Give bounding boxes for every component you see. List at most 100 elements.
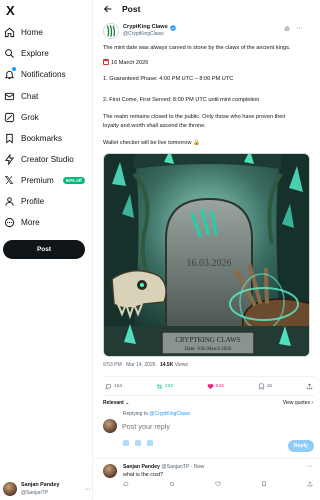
sidebar-item-creator-studio[interactable]: Creator Studio <box>3 149 74 169</box>
tweet-date-line: 16 March 2026 <box>103 59 148 67</box>
sidebar: X Home Explore Notifications Chat Grok B… <box>0 0 93 500</box>
sidebar-item-bookmarks[interactable]: Bookmarks <box>3 128 62 148</box>
replying-handle-link[interactable]: @CryptKingClaws <box>149 411 190 417</box>
replying-to: Replying to @CryptKingClaws <box>123 411 190 417</box>
more-options-icon[interactable]: ··· <box>84 486 91 493</box>
back-arrow-icon[interactable] <box>103 4 113 14</box>
premium-discount-badge: 50% off <box>62 176 85 184</box>
grok-explain-icon[interactable]: ⊘ <box>284 25 290 33</box>
views-count: 14.5K <box>159 362 174 368</box>
share-action[interactable] <box>306 382 313 390</box>
bookmark-count: 15 <box>266 383 273 389</box>
sidebar-item-label: More <box>21 217 40 227</box>
views-label: Views <box>173 362 188 368</box>
plaque-title-text: CRYPTKING CLAWS <box>175 336 240 344</box>
share-icon[interactable] <box>307 481 313 487</box>
share-icon <box>306 382 313 389</box>
reply-toolbar <box>123 440 153 446</box>
heart-icon <box>207 383 214 389</box>
sort-dropdown[interactable]: Relevant ⌄ <box>103 400 129 406</box>
retweet-action[interactable]: 232 <box>156 383 173 390</box>
sidebar-item-label: Chat <box>21 91 39 101</box>
avatar <box>3 482 17 496</box>
reply-icon[interactable] <box>123 481 129 487</box>
reply-composer <box>103 418 315 434</box>
sidebar-item-explore[interactable]: Explore <box>3 43 49 63</box>
reply-count: 164 <box>114 383 123 389</box>
home-icon <box>3 26 15 38</box>
gif-icon[interactable] <box>135 440 141 446</box>
more-options-icon[interactable]: ··· <box>296 25 303 33</box>
sidebar-item-label: Notifications <box>21 69 66 79</box>
comment-author-name[interactable]: Sanjan Pandey <box>123 464 160 470</box>
mail-icon <box>3 90 15 102</box>
sort-row: Relevant ⌄ View quotes › <box>103 398 313 408</box>
more-circle-icon <box>3 216 15 228</box>
reply-action[interactable]: 164 <box>105 383 122 390</box>
retweet-count: 232 <box>164 383 173 389</box>
bookmark-icon[interactable] <box>261 481 267 487</box>
search-icon <box>3 47 15 59</box>
sidebar-item-notifications[interactable]: Notifications <box>3 64 66 84</box>
tweet-date-text: 16 March 2026 <box>111 60 149 66</box>
retweet-icon[interactable] <box>169 481 175 487</box>
x-logo-icon[interactable]: X <box>6 4 18 17</box>
claw-logo-icon <box>106 25 116 37</box>
bookmark-action[interactable]: 15 <box>258 383 272 390</box>
x-icon: 𝕏 <box>4 174 14 187</box>
bell-icon <box>3 67 16 80</box>
avatar[interactable] <box>103 464 117 478</box>
notification-dot <box>12 67 16 71</box>
image-icon[interactable] <box>123 440 129 446</box>
comment-actions <box>123 481 313 487</box>
sidebar-item-label: Profile <box>21 196 45 206</box>
sidebar-item-chat[interactable]: Chat <box>3 86 38 106</box>
tweet-text-line: The mint date was always carved in stone… <box>103 45 291 51</box>
timestamp-text[interactable]: 9:53 PM · Mar 14, 2026 · <box>103 362 160 368</box>
tweet-text-line: 2. First Come, First Served: 8:00 PM UTC… <box>103 97 260 103</box>
sidebar-item-label: Creator Studio <box>21 154 74 164</box>
author-name[interactable]: CryptKing Claws <box>123 24 176 31</box>
comment-text: what is the cost? <box>123 472 164 478</box>
retweet-icon <box>156 383 162 389</box>
like-count: 543 <box>215 383 224 389</box>
author-name-text: CryptKing Claws <box>123 24 168 30</box>
tweet-image[interactable]: 16.03.2026 CRYPTKING CLAWS Date: 16th Ma… <box>103 153 310 357</box>
grave-date-text: 16.03.2026 <box>187 258 232 269</box>
page-header: Post <box>93 0 318 19</box>
sidebar-item-more[interactable]: More <box>3 212 40 232</box>
avatar <box>103 419 117 433</box>
replying-prefix: Replying to <box>123 411 150 417</box>
reply-input[interactable] <box>122 421 272 431</box>
heart-icon[interactable] <box>215 481 221 487</box>
lightning-icon <box>3 153 15 165</box>
page-title: Post <box>122 4 141 14</box>
plaque-date-text: Date: 16th March 2026 <box>185 347 232 352</box>
author-handle[interactable]: @CryptKingClaws <box>123 31 176 38</box>
verified-badge-icon <box>170 24 176 31</box>
post-button[interactable]: Post <box>3 240 85 259</box>
comment-header: Sanjan Pandey @SanjanTP · Now <box>123 464 204 470</box>
tweet-text-line: loyalty and worth shall ascend the thron… <box>103 123 206 129</box>
like-action[interactable]: 543 <box>207 383 224 390</box>
chevron-down-icon: ⌄ <box>125 400 130 406</box>
account-switcher[interactable]: Sanjan Pandey @SanjanTP ··· <box>3 478 91 500</box>
author-avatar[interactable] <box>103 23 119 39</box>
sidebar-item-grok[interactable]: Grok <box>3 107 39 127</box>
bookmark-icon <box>3 132 15 144</box>
sidebar-item-label: Bookmarks <box>21 133 62 143</box>
person-icon <box>3 195 15 207</box>
sidebar-item-label: Home <box>21 27 43 37</box>
calendar-icon <box>103 59 109 65</box>
reply-item[interactable]: Sanjan Pandey @SanjanTP · Now ··· what i… <box>103 462 315 492</box>
sidebar-item-premium[interactable]: 𝕏 Premium 50% off <box>3 170 85 190</box>
tweet-actions: 164 232 543 15 <box>103 376 315 396</box>
reply-button[interactable]: Reply <box>288 440 314 452</box>
view-quotes-link[interactable]: View quotes › <box>283 400 313 406</box>
more-options-icon[interactable]: ··· <box>306 463 313 470</box>
account-name: Sanjan Pandey <box>21 482 60 488</box>
sidebar-item-profile[interactable]: Profile <box>3 191 44 211</box>
sort-label: Relevant <box>103 400 124 406</box>
emoji-icon[interactable] <box>147 440 153 446</box>
sidebar-item-home[interactable]: Home <box>3 22 43 42</box>
